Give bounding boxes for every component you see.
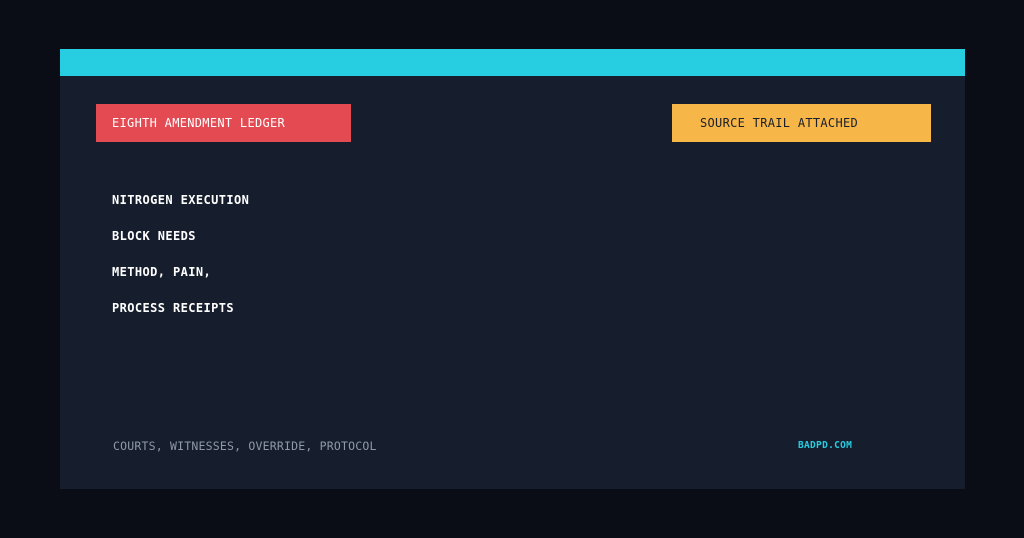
category-badge-label: EIGHTH AMENDMENT LEDGER <box>112 116 286 130</box>
footer-tags: COURTS, WITNESSES, OVERRIDE, PROTOCOL <box>113 439 377 453</box>
headline-line: BLOCK NEEDS <box>112 229 196 243</box>
category-badge: EIGHTH AMENDMENT LEDGER <box>96 104 351 142</box>
source-badge: SOURCE TRAIL ATTACHED <box>672 104 931 142</box>
source-badge-label: SOURCE TRAIL ATTACHED <box>700 116 859 130</box>
headline-line: PROCESS RECEIPTS <box>112 301 234 315</box>
site-link[interactable]: BADPD.COM <box>798 440 852 451</box>
accent-bar <box>60 49 965 76</box>
content-card: EIGHTH AMENDMENT LEDGER SOURCE TRAIL ATT… <box>60 49 965 489</box>
headline: NITROGEN EXECUTION BLOCK NEEDS METHOD, P… <box>112 190 249 334</box>
headline-line: NITROGEN EXECUTION <box>112 193 250 207</box>
headline-line: METHOD, PAIN, <box>112 265 212 279</box>
